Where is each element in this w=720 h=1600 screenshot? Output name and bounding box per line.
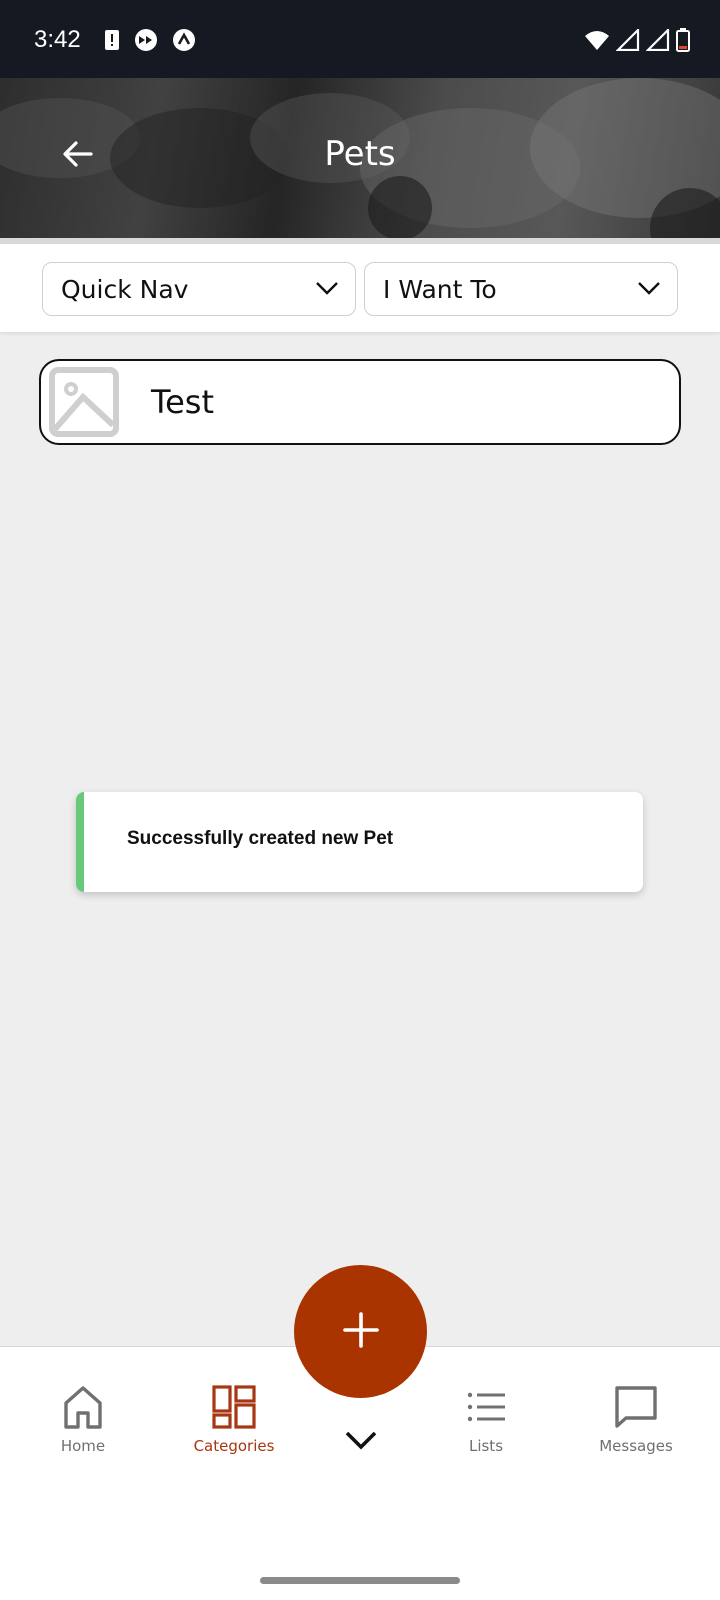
- toast-accent: [76, 792, 84, 892]
- status-bar: 3:42: [0, 0, 720, 78]
- page-header: Pets: [0, 78, 720, 238]
- chevron-up-badge-icon: [172, 28, 196, 52]
- list-icon: [464, 1385, 508, 1433]
- quick-nav-bar: Quick Nav I Want To: [0, 244, 720, 332]
- list-item[interactable]: Test: [39, 359, 681, 445]
- categories-icon: [212, 1385, 256, 1433]
- tab-home[interactable]: Home: [13, 1385, 153, 1455]
- toast-message: Successfully created new Pet: [127, 828, 394, 849]
- wifi-icon: [584, 29, 610, 51]
- status-time: 3:42: [34, 26, 81, 53]
- nav-expand-button[interactable]: [340, 1427, 382, 1457]
- tab-categories[interactable]: Categories: [164, 1385, 304, 1455]
- tab-messages-label: Messages: [599, 1437, 673, 1455]
- home-icon: [61, 1385, 105, 1433]
- success-toast: Successfully created new Pet: [76, 792, 643, 892]
- alert-icon: [104, 29, 120, 51]
- i-want-to-label: I Want To: [383, 274, 497, 304]
- fast-forward-icon: [134, 28, 158, 52]
- home-indicator[interactable]: [260, 1577, 460, 1584]
- battery-icon: [676, 28, 690, 52]
- tab-categories-label: Categories: [193, 1437, 275, 1455]
- status-left-icons: [104, 28, 196, 52]
- tab-home-label: Home: [60, 1437, 106, 1455]
- tab-lists-label: Lists: [468, 1437, 504, 1455]
- chevron-down-icon: [315, 280, 339, 299]
- page-title: Pets: [324, 134, 396, 174]
- signal-icon: [616, 29, 640, 51]
- plus-icon: [342, 1311, 379, 1352]
- add-button[interactable]: [294, 1265, 427, 1398]
- quick-nav-dropdown[interactable]: Quick Nav: [42, 262, 356, 316]
- chevron-down-icon: [344, 1430, 378, 1454]
- signal-icon: [646, 29, 670, 51]
- image-placeholder-icon: [49, 367, 119, 437]
- tab-messages[interactable]: Messages: [566, 1385, 706, 1455]
- message-icon: [614, 1385, 658, 1433]
- status-right-icons: [584, 28, 690, 52]
- tab-lists[interactable]: Lists: [416, 1385, 556, 1455]
- list-item-label: Test: [151, 383, 215, 421]
- chevron-down-icon: [637, 280, 661, 299]
- i-want-to-dropdown[interactable]: I Want To: [364, 262, 678, 316]
- quick-nav-label: Quick Nav: [61, 274, 189, 304]
